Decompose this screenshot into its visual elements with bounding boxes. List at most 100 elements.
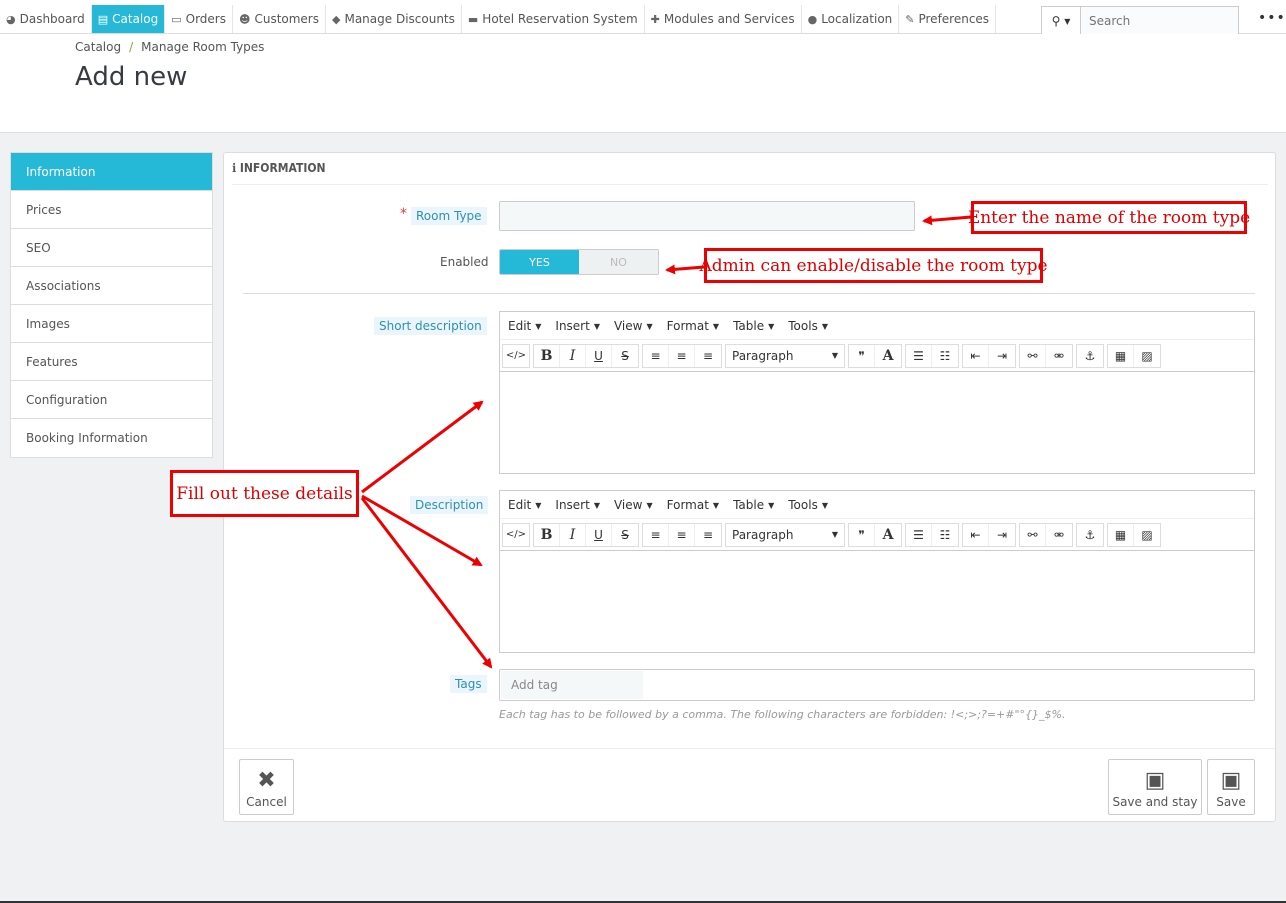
menu-view[interactable]: View ▼: [614, 319, 653, 333]
tab-prices[interactable]: Prices: [11, 191, 212, 229]
underline-icon[interactable]: U: [586, 344, 612, 367]
page-header: Catalog / Manage Room Types Add new: [0, 34, 1286, 133]
more-options-icon[interactable]: •••: [1258, 10, 1286, 26]
menu-table[interactable]: Table ▼: [733, 319, 774, 333]
nav-item-modules-and-services[interactable]: ✚ Modules and Services: [645, 5, 802, 33]
menu-edit[interactable]: Edit ▼: [508, 498, 541, 512]
tab-information[interactable]: Information: [11, 153, 212, 191]
bold-icon[interactable]: B: [534, 523, 560, 546]
menu-format[interactable]: Format ▼: [667, 319, 719, 333]
strikethrough-icon[interactable]: S: [612, 524, 638, 546]
nav-item-hotel-reservation-system[interactable]: ▬ Hotel Reservation System: [462, 5, 645, 33]
toolbar-group: BIUS: [533, 343, 639, 368]
menu-tools[interactable]: Tools ▼: [788, 498, 828, 512]
breadcrumb-manage-room-types[interactable]: Manage Room Types: [141, 40, 264, 54]
align-center-icon[interactable]: ≡: [669, 344, 695, 367]
menu-format[interactable]: Format ▼: [667, 498, 719, 512]
tab-seo[interactable]: SEO: [11, 229, 212, 267]
tab-configuration[interactable]: Configuration: [11, 381, 212, 419]
nav-item-label: Modules and Services: [663, 12, 795, 26]
caret-down-icon: ▼: [712, 500, 720, 510]
breadcrumb-catalog[interactable]: Catalog: [75, 40, 121, 54]
align-right-icon[interactable]: ≡: [695, 524, 721, 546]
strikethrough-icon[interactable]: S: [612, 345, 638, 367]
outdent-icon[interactable]: ⇤: [963, 344, 989, 367]
format-select[interactable]: Paragraph ▼: [726, 345, 844, 367]
nav-item-manage-discounts[interactable]: ◆ Manage Discounts: [326, 5, 462, 33]
menu-tools[interactable]: Tools ▼: [788, 319, 828, 333]
link-icon[interactable]: ⚯: [1020, 344, 1046, 367]
nav-item-dashboard[interactable]: ◕ Dashboard: [0, 5, 92, 33]
short-description-content-area[interactable]: [500, 372, 1254, 472]
enabled-no-option[interactable]: NO: [579, 250, 658, 274]
menu-edit[interactable]: Edit ▼: [508, 319, 541, 333]
underline-icon[interactable]: U: [586, 523, 612, 546]
link-icon[interactable]: ⚯: [1020, 523, 1046, 546]
indent-icon[interactable]: ⇥: [989, 345, 1015, 367]
nav-item-catalog[interactable]: ▤ Catalog: [91, 5, 166, 33]
indent-icon[interactable]: ⇥: [989, 524, 1015, 546]
align-left-icon[interactable]: ≡: [643, 523, 669, 546]
numbered-list-icon[interactable]: ☷: [932, 524, 958, 546]
product-tabs: Information Prices SEO Associations Images Fe…: [10, 152, 213, 458]
toolbar-group: ☰ ☷: [905, 343, 959, 368]
text-color-icon[interactable]: A: [875, 345, 901, 367]
image-icon[interactable]: ▨: [1134, 345, 1160, 367]
italic-icon[interactable]: I: [560, 344, 586, 367]
nav-item-preferences[interactable]: ✎ Preferences: [899, 5, 997, 33]
wrench-icon: ✎: [905, 12, 915, 26]
save-button[interactable]: ▣ Save: [1207, 759, 1255, 815]
menu-view[interactable]: View ▼: [614, 498, 653, 512]
tags-field[interactable]: Add tag: [499, 669, 1255, 701]
blockquote-icon[interactable]: ❞: [849, 344, 875, 367]
tags-input[interactable]: Add tag: [501, 671, 643, 699]
align-left-icon[interactable]: ≡: [643, 344, 669, 367]
menu-label: Tools: [788, 318, 818, 333]
format-select[interactable]: Paragraph ▼: [726, 524, 844, 546]
search-scope-dropdown[interactable]: ⚲ ▼: [1041, 6, 1081, 36]
anchor-icon[interactable]: ⚓: [1077, 524, 1103, 546]
room-type-input[interactable]: [499, 201, 915, 231]
source-code-icon[interactable]: </>: [503, 345, 529, 367]
bold-icon[interactable]: B: [534, 344, 560, 367]
align-right-icon[interactable]: ≡: [695, 345, 721, 367]
align-center-icon[interactable]: ≡: [669, 523, 695, 546]
enabled-switch[interactable]: YES NO: [499, 249, 659, 275]
description-content-area[interactable]: [500, 551, 1254, 651]
video-icon[interactable]: ▦: [1108, 523, 1134, 546]
menu-insert[interactable]: Insert ▼: [555, 319, 600, 333]
italic-icon[interactable]: I: [560, 523, 586, 546]
video-icon[interactable]: ▦: [1108, 344, 1134, 367]
anchor-icon[interactable]: ⚓: [1077, 345, 1103, 367]
bullet-list-icon[interactable]: ☰: [906, 523, 932, 546]
unlink-icon[interactable]: ⚮: [1046, 524, 1072, 546]
top-navigation: ◕ Dashboard ▤ Catalog ▭ Orders ☻ Customers ◆ Mana…: [0, 0, 1286, 36]
tab-booking-information[interactable]: Booking Information: [11, 419, 212, 457]
tab-associations[interactable]: Associations: [11, 267, 212, 305]
toolbar-group: ⚯ ⚮: [1019, 343, 1073, 368]
image-icon[interactable]: ▨: [1134, 524, 1160, 546]
save-icon: ▣: [1144, 768, 1166, 793]
save-and-stay-button[interactable]: ▣ Save and stay: [1108, 759, 1202, 815]
source-code-icon[interactable]: </>: [503, 524, 529, 546]
nav-item-localization[interactable]: ● Localization: [802, 5, 900, 33]
users-icon: ☻: [238, 12, 251, 26]
menu-table[interactable]: Table ▼: [733, 498, 774, 512]
tab-images[interactable]: Images: [11, 305, 212, 343]
annotation-room-type: Enter the name of the room type: [968, 201, 1250, 234]
unlink-icon[interactable]: ⚮: [1046, 345, 1072, 367]
nav-item-customers[interactable]: ☻ Customers: [233, 5, 326, 33]
enabled-yes-option[interactable]: YES: [500, 250, 579, 274]
text-color-icon[interactable]: A: [875, 524, 901, 546]
numbered-list-icon[interactable]: ☷: [932, 345, 958, 367]
search-input[interactable]: [1081, 6, 1239, 36]
tab-features[interactable]: Features: [11, 343, 212, 381]
tags-icon: ◆: [332, 12, 341, 26]
blockquote-icon[interactable]: ❞: [849, 523, 875, 546]
bullet-list-icon[interactable]: ☰: [906, 344, 932, 367]
nav-item-orders[interactable]: ▭ Orders: [165, 5, 233, 33]
menu-insert[interactable]: Insert ▼: [555, 498, 600, 512]
outdent-icon[interactable]: ⇤: [963, 523, 989, 546]
nav-item-label: Dashboard: [19, 12, 85, 26]
cancel-button[interactable]: ✖ Cancel: [239, 759, 294, 815]
